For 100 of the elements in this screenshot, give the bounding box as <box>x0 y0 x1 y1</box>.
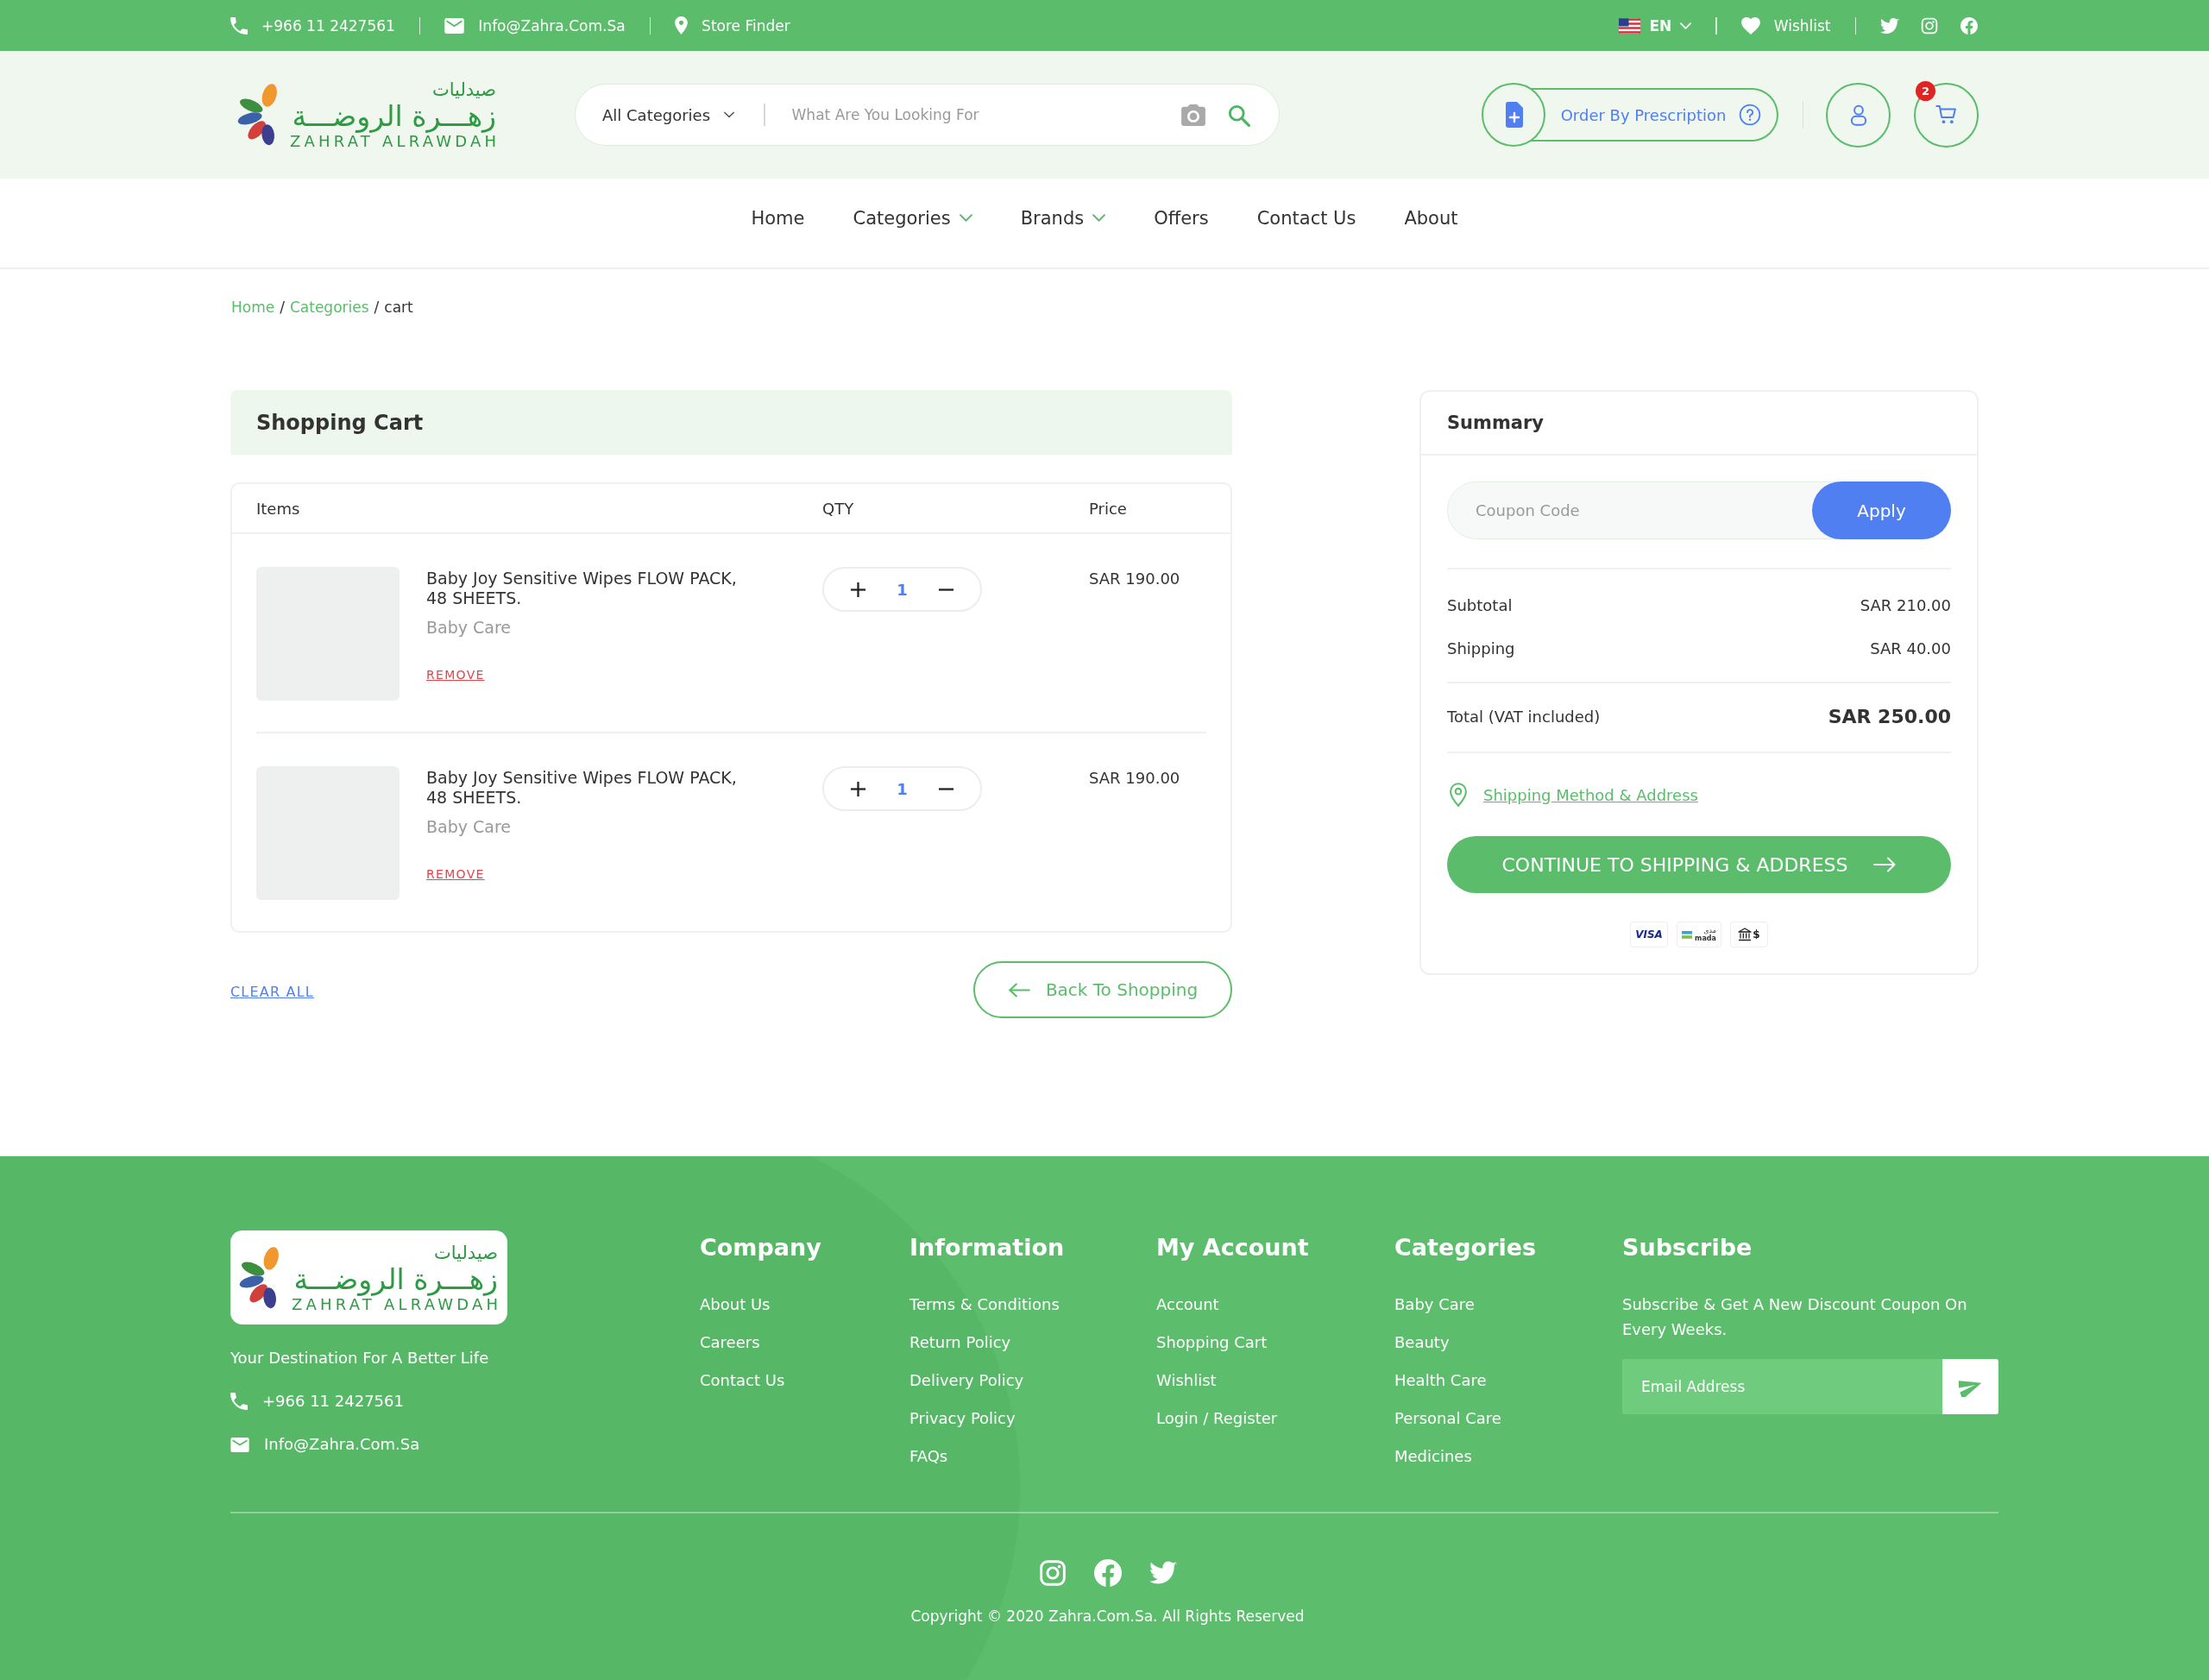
phone-link[interactable]: +966 11 2427561 <box>230 16 395 35</box>
email-link[interactable]: Info@Zahra.Com.Sa <box>230 1433 420 1456</box>
email-field[interactable]: Email Address <box>1622 1359 1942 1414</box>
leaf-logo-icon <box>237 84 278 146</box>
help-icon <box>1738 104 1761 126</box>
footer-link[interactable]: Medicines <box>1394 1445 1472 1468</box>
send-button[interactable] <box>1942 1359 1998 1414</box>
footer-link[interactable]: Account <box>1156 1293 1219 1316</box>
camera-icon[interactable] <box>1038 1558 1067 1587</box>
column-header: QTY <box>822 499 855 518</box>
product-name: Baby Joy Sensitive Wipes FLOW PACK, 48 SHEETS. <box>426 768 738 808</box>
nav-link[interactable]: Home <box>751 207 805 229</box>
footer-link[interactable]: Beauty <box>1394 1331 1450 1354</box>
summary-label: Subtotal <box>1447 595 1513 616</box>
logo-arabic-subtitle: صيدليات <box>433 1241 498 1264</box>
prescription-button[interactable]: Order By Prescription <box>1481 83 1778 147</box>
minus-icon[interactable] <box>938 787 954 790</box>
footer-tagline: Your Destination For A Better Life <box>230 1348 489 1369</box>
nav-link[interactable]: Brands <box>1020 207 1106 229</box>
footer-link[interactable]: About Us <box>700 1293 771 1316</box>
continue-button[interactable]: CONTINUE TO SHIPPING & ADDRESS <box>1447 836 1951 893</box>
apply-button[interactable]: Apply <box>1812 481 1951 539</box>
clear-all-link[interactable]: CLEAR ALL <box>230 983 314 1000</box>
summary-value: SAR 210.00 <box>1860 595 1951 616</box>
product-name: Baby Joy Sensitive Wipes FLOW PACK, 48 SHEETS. <box>426 569 738 608</box>
plus-icon[interactable] <box>850 581 866 598</box>
footer-link[interactable]: Delivery Policy <box>909 1369 1024 1392</box>
pin-icon <box>675 16 689 35</box>
logo-latin-name: ZAHRAT ALRAWDAH <box>289 132 500 151</box>
camera-icon[interactable] <box>1181 104 1205 126</box>
item-price: SAR 190.00 <box>1089 768 1181 789</box>
category-dropdown[interactable]: All Categories <box>602 105 735 124</box>
footer-link[interactable]: Privacy Policy <box>909 1407 1016 1430</box>
phone-link[interactable]: +966 11 2427561 <box>230 1390 404 1413</box>
document-plus-icon <box>1481 83 1545 147</box>
cart-button[interactable]: 2 <box>1914 82 1979 148</box>
summary-value: SAR 40.00 <box>1870 639 1951 659</box>
footer-link[interactable]: Login / Register <box>1156 1407 1278 1430</box>
plus-icon[interactable] <box>850 780 866 797</box>
nav-link[interactable]: Categories <box>853 207 972 229</box>
product-category: Baby Care <box>426 617 511 638</box>
footer-heading: Information <box>909 1234 1065 1262</box>
envelope-icon <box>230 1437 249 1452</box>
breadcrumb-current: cart <box>384 298 413 318</box>
bird-icon[interactable] <box>1880 16 1899 35</box>
footer-link[interactable]: Contact Us <box>700 1369 785 1392</box>
letter-f-icon[interactable] <box>1960 16 1979 35</box>
letter-f-icon[interactable] <box>1093 1558 1122 1587</box>
language-selector[interactable]: EN <box>1619 16 1692 35</box>
total-value: SAR 250.00 <box>1828 705 1951 729</box>
summary-title: Summary <box>1447 412 1545 433</box>
phone-icon <box>230 16 248 35</box>
bird-icon[interactable] <box>1149 1560 1177 1584</box>
footer-link[interactable]: Baby Care <box>1394 1293 1475 1316</box>
shipping-method-link[interactable]: Shipping Method & Address <box>1483 785 1698 804</box>
account-button[interactable] <box>1826 82 1891 148</box>
footer-link[interactable]: Shopping Cart <box>1156 1331 1268 1354</box>
total-label: Total (VAT included) <box>1447 707 1601 727</box>
footer-link[interactable]: FAQs <box>909 1445 948 1468</box>
chevron-down-icon <box>724 111 735 118</box>
logo-arabic-name: زهـــرة الروضـــة <box>292 101 496 132</box>
summary-label: Shipping <box>1447 639 1515 659</box>
footer-link[interactable]: Personal Care <box>1394 1407 1501 1430</box>
product-category: Baby Care <box>426 816 511 837</box>
footer-heading: Company <box>700 1234 821 1262</box>
search-icon[interactable] <box>1227 103 1250 127</box>
footer-link[interactable]: Careers <box>700 1331 760 1354</box>
item-price: SAR 190.00 <box>1089 569 1181 589</box>
quantity-value: 1 <box>897 779 908 798</box>
remove-link[interactable]: REMOVE <box>426 667 485 683</box>
nav-link[interactable]: Contact Us <box>1256 207 1356 229</box>
arrow-right-icon <box>1873 857 1897 872</box>
quantity-value: 1 <box>897 580 908 599</box>
heart-icon <box>1740 16 1760 35</box>
logo-arabic-subtitle: صيدليات <box>431 79 496 101</box>
back-to-shopping-button[interactable]: Back To Shopping <box>973 961 1232 1018</box>
logo-arabic-name: زهـــرة الروضـــة <box>293 1263 498 1295</box>
breadcrumb-link[interactable]: Categories <box>289 297 369 318</box>
footer-link[interactable]: Wishlist <box>1156 1369 1217 1392</box>
footer-heading: Subscribe <box>1622 1234 1753 1262</box>
camera-icon[interactable] <box>1920 16 1939 35</box>
phone-icon <box>230 1393 248 1410</box>
minus-icon[interactable] <box>938 588 954 591</box>
nav-link[interactable]: About <box>1404 207 1458 229</box>
footer-heading: My Account <box>1156 1234 1309 1262</box>
footer-heading: Categories <box>1394 1234 1537 1262</box>
breadcrumb-separator: / <box>374 298 380 318</box>
remove-link[interactable]: REMOVE <box>426 866 485 882</box>
store-finder-link[interactable]: Store Finder <box>675 16 790 35</box>
footer-link[interactable]: Terms & Conditions <box>909 1293 1060 1316</box>
copyright-text: Copyright © 2020 Zahra.Com.Sa. All Rights Reserved <box>909 1606 1306 1627</box>
nav-link[interactable]: Offers <box>1154 207 1209 229</box>
flag-icon <box>1619 17 1641 34</box>
breadcrumb-link[interactable]: Home <box>231 297 275 318</box>
footer-link[interactable]: Return Policy <box>909 1331 1011 1354</box>
breadcrumb-separator: / <box>280 298 285 318</box>
search-bar[interactable]: All Categories What Are You Looking For <box>575 84 1280 146</box>
footer-link[interactable]: Health Care <box>1394 1369 1487 1392</box>
email-link[interactable]: Info@Zahra.Com.Sa <box>444 16 626 35</box>
wishlist-link[interactable]: Wishlist <box>1740 16 1831 35</box>
